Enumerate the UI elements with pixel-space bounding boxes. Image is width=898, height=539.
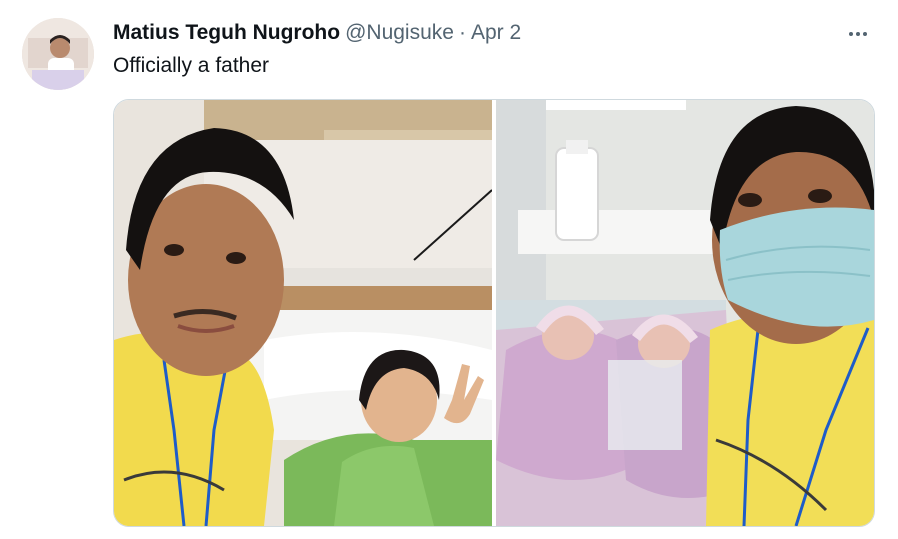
photo-selfie-with-mother[interactable] xyxy=(114,100,492,526)
author-handle[interactable]: @Nugisuke xyxy=(345,21,454,45)
tweet-text: Officially a father xyxy=(113,54,270,77)
avatar[interactable] xyxy=(22,18,94,90)
separator-dot: · xyxy=(458,21,466,44)
more-horizontal-icon[interactable] xyxy=(840,24,876,44)
tweet-date[interactable]: Apr 2 xyxy=(471,21,521,45)
tweet[interactable]: Matius Teguh Nugroho @Nugisuke · Apr 2 O… xyxy=(0,0,898,539)
author-name[interactable]: Matius Teguh Nugroho xyxy=(113,21,340,45)
media-grid xyxy=(113,99,875,527)
photo-selfie-with-babies[interactable] xyxy=(496,100,874,526)
tweet-header: Matius Teguh Nugroho @Nugisuke · Apr 2 xyxy=(113,21,521,45)
